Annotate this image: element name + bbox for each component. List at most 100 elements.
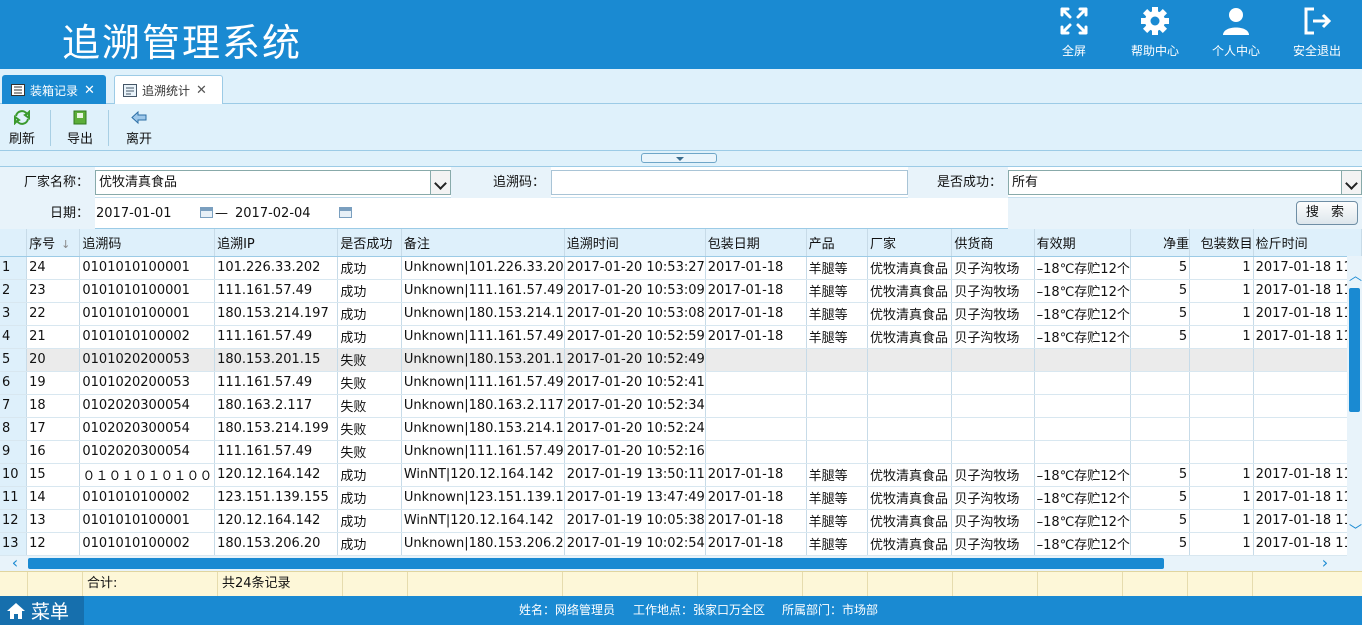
table-cell: 2017-01-20 10:52:24 (564, 417, 706, 441)
tab-bar: 装箱记录 ✕ 追溯统计 ✕ (0, 69, 1362, 104)
table-cell (951, 348, 1035, 372)
menu-button[interactable]: 菜单 (0, 596, 84, 625)
column-header[interactable]: 有效期 (1034, 229, 1131, 257)
status-bar: 菜单 姓名：网络管理员 工作地点：张家口万全区 所属部门：市场部 (0, 596, 1362, 625)
data-grid: 序号 ↓ 追溯码 追溯IP 是否成功 备注 追溯时间 包装日期 产品 厂家 供货商 有效期 净重 包装数目… (0, 229, 1362, 556)
column-header[interactable]: 追溯时间 (564, 229, 706, 257)
table-row[interactable]: 6 19 0101020200053 111.161.57.49 失败 Unknown|1… (0, 371, 1362, 395)
table-row[interactable]: 10 15 ０１０１０１０１００ 120.12.164.142 成功 WinNT|120.… (0, 463, 1362, 487)
scroll-down-icon[interactable]: ﹀ (1349, 525, 1362, 538)
chevron-down-icon[interactable] (430, 171, 450, 194)
tab-packing-records[interactable]: 装箱记录 ✕ (2, 75, 106, 104)
column-header[interactable]: 产品 (806, 229, 868, 257)
trace-code-input[interactable] (551, 170, 908, 195)
table-cell: 羊腿等 (806, 509, 868, 533)
column-header[interactable]: 包装日期 (705, 229, 807, 257)
table-cell: 优牧清真食品 (867, 509, 953, 533)
calendar-icon[interactable] (339, 207, 352, 218)
table-cell: 优牧清真食品 (867, 463, 953, 487)
fullscreen-icon (1060, 7, 1088, 35)
column-header[interactable]: 追溯IP (214, 229, 339, 257)
sort-desc-icon[interactable]: ↓ (61, 238, 70, 251)
table-cell: 180.153.214.199 (214, 417, 339, 441)
column-header-label: 厂家 (869, 236, 896, 252)
table-cell (867, 394, 953, 418)
help-center-button[interactable]: 帮助中心 (1120, 6, 1190, 64)
filter-row: 厂家名称： 优牧清真食品 追溯码： 是否成功： 所有 (0, 167, 1362, 198)
close-icon[interactable]: ✕ (84, 83, 95, 98)
table-row[interactable]: 5 20 0101020200053 180.153.201.15 失败 Unknown|… (0, 348, 1362, 372)
scroll-left-icon[interactable]: ‹ (8, 555, 22, 571)
column-header[interactable]: 净重 (1130, 229, 1191, 257)
column-header[interactable]: 供货商 (951, 229, 1035, 257)
vertical-scroll-thumb[interactable] (1349, 288, 1360, 412)
export-button[interactable]: 导出 (66, 110, 94, 147)
refresh-button[interactable]: 刷新 (8, 110, 36, 147)
table-cell: 羊腿等 (806, 463, 868, 487)
vertical-scrollbar[interactable]: ︿ ﹀ (1347, 256, 1362, 556)
table-cell (1130, 440, 1191, 464)
table-cell: 2017-01-18 11 (1253, 463, 1362, 487)
trace-table: 序号 ↓ 追溯码 追溯IP 是否成功 备注 追溯时间 包装日期 产品 厂家 供货商 有效期 净重 包装数目… (0, 229, 1362, 556)
table-cell: 5 (1130, 509, 1191, 533)
department-text: 所属部门：市场部 (782, 603, 879, 617)
table-row[interactable]: 2 23 0101010100001 111.161.57.49 成功 Unknown|1… (0, 279, 1362, 303)
table-cell: 21 (26, 325, 81, 349)
row-number: 2 (0, 279, 28, 303)
search-button[interactable]: 搜 索 (1296, 201, 1358, 225)
table-cell: 1 (1189, 256, 1254, 280)
column-header-label: 包装数目 (1200, 236, 1253, 252)
leave-button[interactable]: 离开 (125, 110, 153, 147)
close-icon[interactable]: ✕ (196, 83, 207, 98)
success-select[interactable]: 所有 (1008, 170, 1362, 195)
table-row[interactable]: 3 22 0101010100001 180.153.214.197 成功 Unknown… (0, 302, 1362, 326)
column-header[interactable]: 追溯码 (79, 229, 216, 257)
date-from-input[interactable]: 2017-01-01 (96, 203, 196, 224)
table-cell: 1 (1189, 463, 1254, 487)
scroll-right-icon[interactable]: › (1318, 555, 1332, 571)
column-header[interactable]: 检斤时间 (1253, 229, 1362, 257)
column-header[interactable]: 是否成功 (337, 229, 402, 257)
table-cell (1034, 440, 1131, 464)
table-row[interactable]: 13 12 0101010100002 180.153.206.20 成功 Unknown… (0, 532, 1362, 556)
table-cell (705, 348, 807, 372)
table-row[interactable]: 11 14 0101010100002 123.151.139.155 成功 Unknow… (0, 486, 1362, 510)
scroll-up-icon[interactable]: ︿ (1349, 270, 1362, 283)
column-header[interactable]: 包装数目 (1189, 229, 1254, 257)
column-header[interactable]: 序号 ↓ (26, 229, 81, 257)
vendor-label: 厂家名称： (0, 167, 95, 198)
fullscreen-button[interactable]: 全屏 (1039, 6, 1109, 64)
personal-center-button[interactable]: 个人中心 (1201, 6, 1271, 64)
table-row[interactable]: 8 17 0102020300054 180.153.214.199 失败 Unknown… (0, 417, 1362, 441)
table-row[interactable]: 7 18 0102020300054 180.163.2.117 失败 Unknown|1… (0, 394, 1362, 418)
table-row[interactable]: 9 16 0102020300054 111.161.57.49 失败 Unknown|1… (0, 440, 1362, 464)
logout-button[interactable]: 安全退出 (1282, 6, 1352, 64)
summary-cell (28, 572, 83, 596)
column-header[interactable]: 备注 (401, 229, 565, 257)
chevron-down-icon[interactable] (1341, 171, 1361, 194)
work-location-text: 工作地点：张家口万全区 (633, 603, 766, 617)
table-cell: 0101020200053 (79, 348, 216, 372)
table-cell: 0101010100001 (79, 509, 216, 533)
table-cell: 22 (26, 302, 81, 326)
table-header-row: 序号 ↓ 追溯码 追溯IP 是否成功 备注 追溯时间 包装日期 产品 厂家 供货商 有效期 净重 包装数目… (0, 229, 1362, 257)
table-row[interactable]: 1 24 0101010100001 101.226.33.202 成功 Unknown|… (0, 256, 1362, 280)
date-to-input[interactable]: 2017-02-04 (235, 203, 335, 224)
table-cell: 180.153.214.197 (214, 302, 339, 326)
summary-cell (343, 572, 408, 596)
vendor-select[interactable]: 优牧清真食品 (95, 170, 451, 195)
horizontal-scrollbar[interactable]: ‹ › (0, 555, 1362, 571)
column-header[interactable]: 厂家 (867, 229, 953, 257)
collapse-panel-handle[interactable] (641, 153, 717, 163)
tab-trace-statistics[interactable]: 追溯统计 ✕ (114, 75, 223, 104)
table-cell: 0101010100002 (79, 486, 216, 510)
table-cell: 2017-01-18 (705, 325, 807, 349)
table-cell: 贝子沟牧场 (951, 302, 1035, 326)
table-cell (1189, 371, 1254, 395)
table-row[interactable]: 4 21 0101010100002 111.161.57.49 成功 Unknown|1… (0, 325, 1362, 349)
table-cell: 5 (1130, 279, 1191, 303)
table-row[interactable]: 12 13 0101010100001 120.12.164.142 成功 WinNT|1… (0, 509, 1362, 533)
horizontal-scroll-thumb[interactable] (28, 558, 1164, 569)
calendar-icon[interactable] (200, 207, 213, 218)
table-cell (806, 348, 868, 372)
